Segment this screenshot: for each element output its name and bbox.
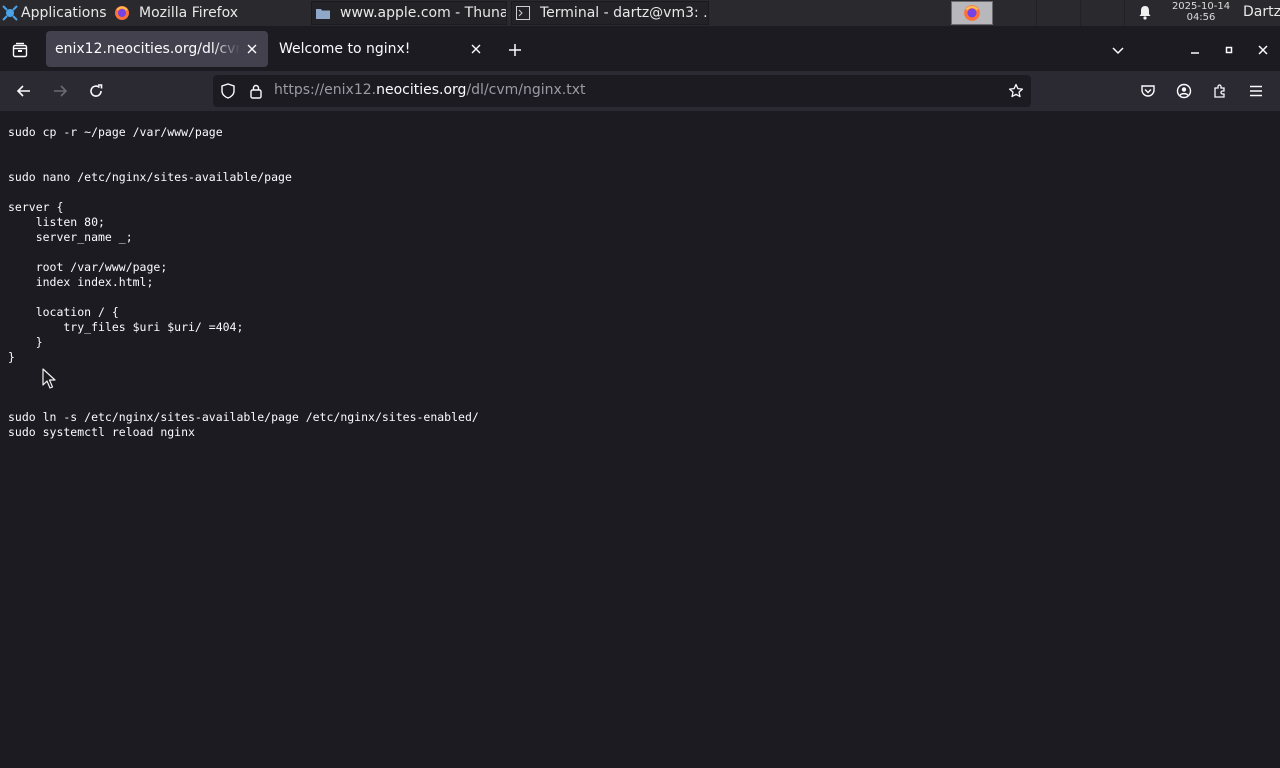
- page-content[interactable]: sudo cp -r ~/page /var/www/page sudo nan…: [0, 111, 1280, 768]
- chevron-down-icon: [1112, 47, 1124, 55]
- panel-separator: [1124, 0, 1125, 26]
- taskbar-firefox[interactable]: Mozilla Firefox: [114, 1, 304, 25]
- panel-separator: [1036, 0, 1037, 26]
- lock-icon[interactable]: [248, 83, 264, 99]
- address-bar[interactable]: https://enix12.neocities.org/dl/cvm/ngin…: [213, 75, 1031, 107]
- back-arrow-icon: [16, 85, 30, 97]
- tab-close-icon[interactable]: [240, 37, 264, 61]
- account-icon: [1176, 83, 1192, 99]
- url-prefix: https://enix12.: [274, 82, 377, 98]
- clock-time: 04:56: [1186, 12, 1216, 23]
- list-all-tabs-button[interactable]: [1106, 38, 1130, 62]
- tab-title: enix12.neocities.org/dl/cvm/nginx.txt: [55, 41, 240, 57]
- firefox-view-icon: [12, 42, 28, 58]
- firefox-icon: [964, 5, 980, 21]
- taskbar-label: Mozilla Firefox: [139, 5, 239, 21]
- url-text[interactable]: https://enix12.neocities.org/dl/cvm/ngin…: [274, 82, 586, 98]
- minimize-button[interactable]: [1183, 38, 1207, 62]
- minimize-icon: [1191, 52, 1199, 54]
- reload-button[interactable]: [80, 75, 112, 107]
- new-tab-button[interactable]: [503, 38, 527, 62]
- puzzle-icon: [1214, 84, 1225, 98]
- pocket-button[interactable]: [1132, 75, 1164, 107]
- firefox-view-button[interactable]: [8, 38, 32, 62]
- terminal-icon: [515, 5, 531, 21]
- tab-close-icon[interactable]: [464, 37, 488, 61]
- forward-button[interactable]: [44, 75, 76, 107]
- plus-icon: [509, 44, 521, 56]
- app-menu-button[interactable]: [1240, 75, 1272, 107]
- tab-nginx-txt[interactable]: enix12.neocities.org/dl/cvm/nginx.txt: [46, 31, 268, 67]
- tracking-protection-shield-icon[interactable]: [220, 83, 236, 99]
- applications-menu[interactable]: Applications ⋮: [0, 0, 112, 26]
- notification-bell-icon[interactable]: [1138, 5, 1152, 24]
- plain-text-document: sudo cp -r ~/page /var/www/page sudo nan…: [8, 125, 479, 439]
- taskbar-thunar[interactable]: www.apple.com - Thunar: [311, 1, 507, 25]
- close-icon: [1258, 45, 1268, 55]
- hamburger-menu-icon: [1250, 85, 1262, 97]
- firefox-icon: [114, 5, 130, 21]
- bookmark-star-icon[interactable]: [1008, 83, 1024, 99]
- back-button[interactable]: [8, 75, 40, 107]
- url-path: /dl/cvm/nginx.txt: [466, 82, 586, 98]
- maximize-icon: [1225, 46, 1233, 54]
- taskbar-label: Terminal - dartz@vm3: ...: [540, 5, 709, 21]
- xfce-logo-icon: [2, 5, 18, 21]
- close-window-button[interactable]: [1251, 38, 1275, 62]
- tab-strip: enix12.neocities.org/dl/cvm/nginx.txt We…: [0, 26, 1280, 71]
- reload-icon: [90, 84, 103, 97]
- systray-firefox-button[interactable]: [951, 1, 993, 25]
- mouse-pointer-icon: [42, 368, 56, 389]
- forward-arrow-icon: [54, 85, 68, 97]
- taskbar-label: www.apple.com - Thunar: [340, 5, 507, 21]
- pocket-icon: [1141, 85, 1155, 97]
- user-menu[interactable]: Dartz: [1243, 4, 1280, 20]
- maximize-button[interactable]: [1217, 38, 1241, 62]
- taskbar-terminal[interactable]: Terminal - dartz@vm3: ...: [511, 1, 709, 25]
- desktop-panel: Applications ⋮ Mozilla Firefox www.apple…: [0, 0, 1280, 26]
- panel-separator: [1080, 0, 1081, 26]
- tab-welcome-nginx[interactable]: Welcome to nginx!: [270, 31, 492, 67]
- applications-label: Applications: [21, 5, 107, 21]
- navigation-toolbar: https://enix12.neocities.org/dl/cvm/ngin…: [0, 71, 1280, 111]
- clock-date: 2025-10-14: [1171, 1, 1231, 12]
- folder-icon: [315, 5, 331, 21]
- tab-title: Welcome to nginx!: [279, 41, 411, 57]
- account-button[interactable]: [1168, 75, 1200, 107]
- extensions-button[interactable]: [1204, 75, 1236, 107]
- menu-separator: ⋮: [111, 5, 112, 21]
- url-domain: neocities.org: [376, 82, 467, 98]
- panel-clock[interactable]: 2025-10-14 04:56: [1167, 1, 1235, 23]
